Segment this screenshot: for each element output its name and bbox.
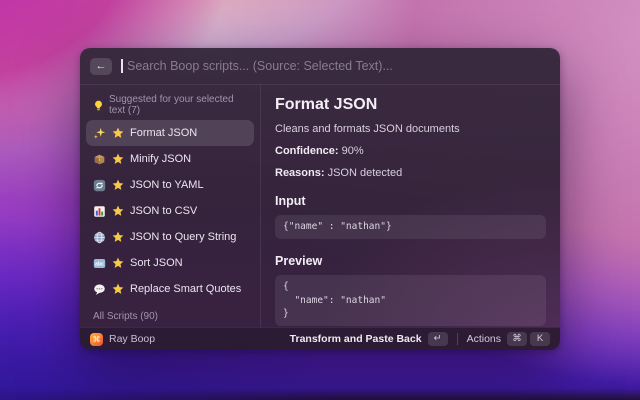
- detail-panel: Format JSON Cleans and formats JSON docu…: [261, 85, 560, 327]
- star-icon: [112, 127, 124, 139]
- k-key-icon: K: [530, 332, 550, 346]
- list-item-label: JSON to YAML: [130, 179, 204, 191]
- confidence-row: Confidence: 90%: [275, 145, 546, 157]
- section-suggested: Suggested for your selected text (7): [86, 89, 254, 120]
- list-item-label: JSON to CSV: [130, 205, 197, 217]
- abc-icon: abc: [93, 257, 106, 270]
- boop-app-icon: ⌘: [90, 333, 103, 346]
- detail-title: Format JSON: [275, 96, 546, 114]
- command-glyph: ⌘: [93, 335, 101, 344]
- reasons-value: JSON detected: [325, 167, 403, 179]
- lightbulb-icon: [93, 100, 104, 111]
- input-heading: Input: [275, 194, 546, 208]
- list-item-json-to-csv[interactable]: JSON to CSV: [86, 198, 254, 224]
- list-item-label: JSON to Query String: [130, 231, 236, 243]
- raycast-window: ← Suggested for your selected text (7): [80, 48, 560, 350]
- globe-icon: [93, 231, 106, 244]
- arrow-left-icon: ←: [96, 60, 107, 72]
- star-icon: [112, 231, 124, 243]
- back-button[interactable]: ←: [90, 58, 112, 75]
- app-name: Ray Boop: [109, 333, 155, 345]
- list-item-replace-smart-quotes[interactable]: Replace Smart Quotes: [86, 276, 254, 302]
- desktop-wallpaper: ← Suggested for your selected text (7): [0, 0, 640, 400]
- list-item-format-json[interactable]: Format JSON: [86, 120, 254, 146]
- input-code-box: {"name" : "nathan"}: [275, 215, 546, 239]
- arrows-cycle-icon: [93, 179, 106, 192]
- package-icon: [93, 153, 106, 166]
- list-item-sort-json[interactable]: abc Sort JSON: [86, 250, 254, 276]
- list-item-json-to-yaml[interactable]: JSON to YAML: [86, 172, 254, 198]
- confidence-value: 90%: [339, 145, 364, 157]
- star-icon: [112, 257, 124, 269]
- list-item-json-to-query-string[interactable]: JSON to Query String: [86, 224, 254, 250]
- reasons-label: Reasons:: [275, 167, 325, 179]
- list-item-label: Format JSON: [130, 127, 197, 139]
- speech-balloon-icon: [93, 283, 106, 296]
- list-item-label: Sort JSON: [130, 257, 183, 269]
- text-caret: [121, 59, 123, 73]
- section-all-scripts: All Scripts (90): [86, 302, 254, 326]
- list-item-minify-json[interactable]: Minify JSON: [86, 146, 254, 172]
- search-bar: ←: [80, 48, 560, 85]
- svg-text:abc: abc: [95, 261, 104, 267]
- reasons-row: Reasons: JSON detected: [275, 167, 546, 179]
- section-all-scripts-label: All Scripts (90): [93, 311, 158, 322]
- sparkles-icon: [93, 127, 106, 140]
- content-area: Suggested for your selected text (7) For…: [80, 85, 560, 327]
- detail-description: Cleans and formats JSON documents: [275, 123, 546, 135]
- star-icon: [112, 153, 124, 165]
- action-bar: ⌘ Ray Boop Transform and Paste Back ↵ Ac…: [80, 327, 560, 350]
- actions-button[interactable]: Actions: [467, 333, 501, 345]
- list-item-label: Minify JSON: [130, 153, 191, 165]
- footer-divider: [457, 333, 458, 345]
- return-key-icon: ↵: [428, 332, 448, 346]
- star-icon: [112, 205, 124, 217]
- star-icon: [112, 283, 124, 295]
- star-icon: [112, 179, 124, 191]
- list-item-label: Replace Smart Quotes: [130, 283, 241, 295]
- confidence-label: Confidence:: [275, 145, 339, 157]
- primary-action-button[interactable]: Transform and Paste Back: [290, 333, 422, 345]
- command-key-icon: ⌘: [507, 332, 527, 346]
- bar-chart-icon: [93, 205, 106, 218]
- section-suggested-label: Suggested for your selected text (7): [109, 94, 247, 116]
- search-input[interactable]: [125, 58, 550, 74]
- preview-code-box: { "name": "nathan" }: [275, 275, 546, 326]
- script-list: Suggested for your selected text (7) For…: [80, 85, 261, 327]
- preview-heading: Preview: [275, 254, 546, 268]
